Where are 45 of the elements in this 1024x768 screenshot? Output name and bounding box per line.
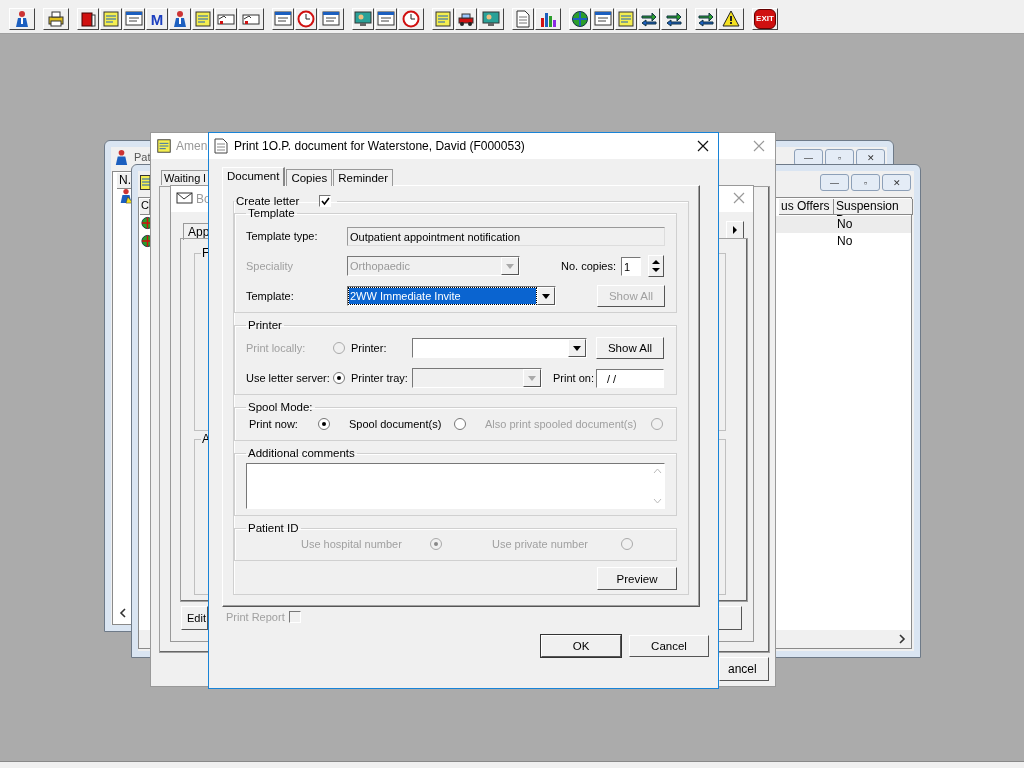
- radio-label: Use letter server:: [246, 372, 331, 384]
- cancel-button[interactable]: ancel: [719, 657, 769, 681]
- radio-label: Print now:: [249, 418, 299, 430]
- window-title: Pat: [134, 151, 151, 163]
- minimize-button[interactable]: —: [820, 174, 849, 191]
- ok-button[interactable]: OK: [541, 635, 621, 657]
- field-label: Print on:: [553, 372, 595, 384]
- group-title: Spool Mode:: [248, 401, 313, 413]
- radio-label: Use private number: [492, 538, 589, 550]
- tab[interactable]: Copies: [286, 169, 333, 186]
- edit-button[interactable]: Edit: [181, 606, 208, 630]
- tab[interactable]: Waiting l: [161, 170, 209, 185]
- number-field[interactable]: 1: [621, 256, 641, 276]
- column-header[interactable]: us Offers: [779, 199, 834, 215]
- tab[interactable]: Reminder: [333, 169, 394, 186]
- toolbar-button[interactable]: EXIT: [752, 8, 778, 30]
- radio-label: Use hospital number: [301, 538, 403, 550]
- group-title: Template: [248, 207, 295, 219]
- field-label: Template:: [246, 290, 295, 302]
- field-label: Printer tray:: [351, 372, 409, 384]
- window-title: Print 1O.P. document for Waterstone, David (F000053): [234, 139, 525, 153]
- group-title: Additional comments: [248, 447, 355, 459]
- checkbox-label: Create letter: [236, 195, 300, 207]
- close-button[interactable]: ✕: [882, 174, 911, 191]
- window-title: Amen: [176, 139, 208, 153]
- radio-label: Spool document(s): [349, 418, 443, 430]
- date-field[interactable]: / /: [596, 368, 664, 388]
- field-label: Template type:: [246, 230, 319, 242]
- cancel-button[interactable]: Cancel: [629, 635, 709, 657]
- table-cell: No: [837, 217, 853, 231]
- column-header[interactable]: Suspension: [834, 199, 913, 215]
- checkbox-label: Print Report: [226, 611, 285, 623]
- group-title: Printer: [248, 319, 282, 331]
- field-label: Speciality: [246, 260, 295, 272]
- radio-label: Also print spooled document(s): [485, 418, 638, 430]
- maximize-button[interactable]: ▫: [851, 174, 880, 191]
- radio-label: Print locally:: [246, 342, 307, 354]
- preview-button[interactable]: Preview: [597, 567, 677, 590]
- field-label: Printer:: [351, 342, 388, 354]
- tab[interactable]: Document: [222, 167, 286, 186]
- text-field[interactable]: Outpatient appointment notification: [347, 226, 665, 246]
- dropdown[interactable]: 2WW Immediate Invite: [347, 286, 556, 306]
- group-title: Patient ID: [248, 522, 299, 534]
- show-all-button[interactable]: Show All: [596, 337, 664, 359]
- field-label: No. copies:: [561, 260, 618, 272]
